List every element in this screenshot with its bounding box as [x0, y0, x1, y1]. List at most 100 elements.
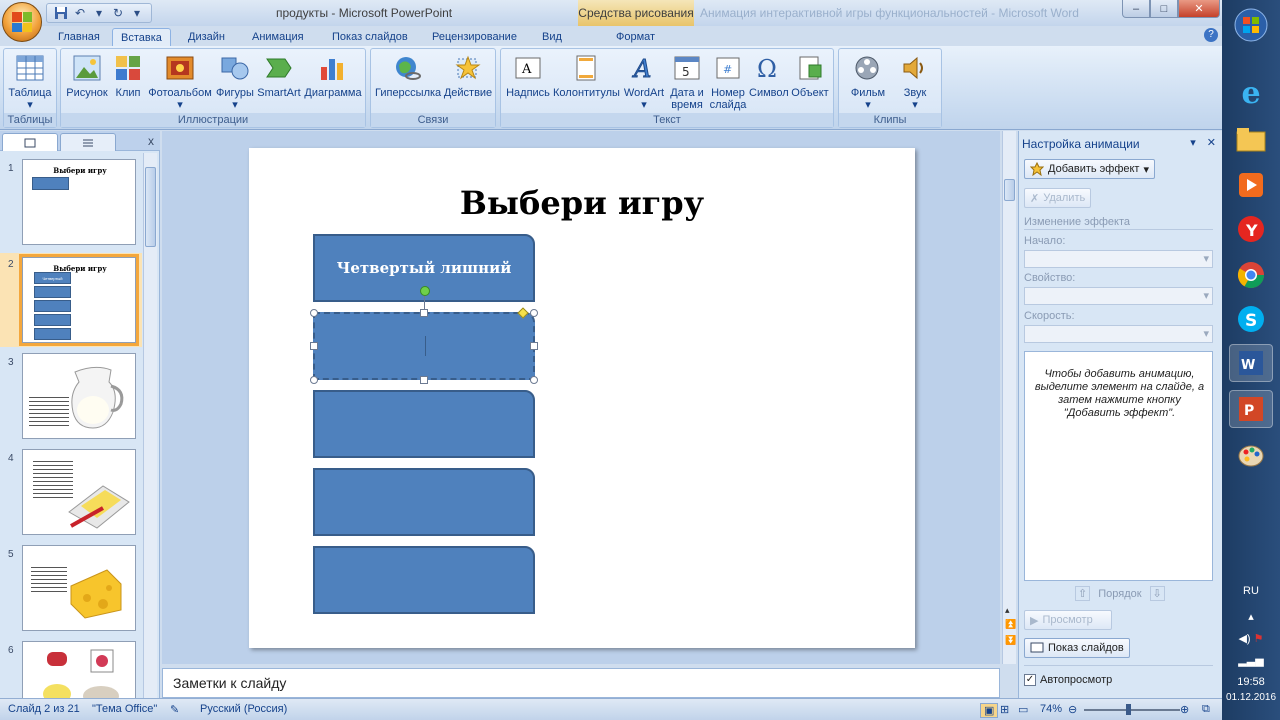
customize-qat-icon[interactable]: ▾: [129, 5, 145, 21]
clock-time[interactable]: 19:58: [1222, 676, 1280, 688]
office-button[interactable]: [2, 2, 42, 42]
header-footer-button[interactable]: Колонтитулы: [553, 51, 620, 99]
slide-thumbnail-5[interactable]: [22, 545, 136, 631]
taskbar-skype[interactable]: S: [1229, 300, 1273, 338]
resize-handle-t[interactable]: [420, 309, 428, 317]
minimize-button[interactable]: –: [1122, 0, 1150, 18]
tab-review[interactable]: Рецензирование: [424, 28, 525, 46]
zoom-out-icon[interactable]: ⊖: [1068, 703, 1077, 716]
slide-title[interactable]: Выбери игру: [249, 184, 915, 222]
flag-icon[interactable]: ⚑: [1254, 633, 1264, 645]
picture-button[interactable]: Рисунок: [65, 51, 109, 99]
photo-album-button[interactable]: Фотоальбом ▾: [147, 51, 213, 111]
tab-animation[interactable]: Анимация: [244, 28, 312, 46]
language-label[interactable]: Русский (Россия): [200, 703, 287, 715]
delete-effect-button[interactable]: ✗ Удалить: [1024, 188, 1092, 208]
clip-button[interactable]: Клип: [111, 51, 145, 99]
taskbar-media[interactable]: [1229, 166, 1273, 204]
slides-panel-close[interactable]: x: [148, 134, 154, 148]
help-icon[interactable]: ?: [1204, 28, 1218, 42]
action-button[interactable]: Действие: [443, 51, 493, 99]
spellcheck-icon[interactable]: ✎: [170, 703, 179, 716]
object-button[interactable]: Объект: [789, 51, 831, 99]
slide-canvas[interactable]: Выбери игру Четвертый лишний: [249, 148, 915, 648]
property-select[interactable]: [1024, 287, 1213, 305]
zoom-in-icon[interactable]: ⊕: [1180, 703, 1189, 716]
date-time-button[interactable]: 5 Дата и время: [667, 51, 707, 111]
smartart-button[interactable]: SmartArt: [257, 51, 301, 99]
slideshow-button[interactable]: Показ слайдов: [1024, 638, 1130, 658]
tab-format[interactable]: Формат: [608, 28, 663, 46]
normal-view-icon[interactable]: ▣: [980, 703, 999, 718]
scroll-up-arrow-icon[interactable]: ▴: [1005, 605, 1010, 616]
zoom-slider-thumb[interactable]: [1126, 704, 1131, 715]
maximize-button[interactable]: □: [1150, 0, 1178, 18]
taskbar-powerpoint[interactable]: P: [1229, 390, 1273, 428]
next-slide-icon[interactable]: ⏬: [1005, 635, 1016, 646]
resize-handle-tr[interactable]: [530, 309, 538, 317]
start-select[interactable]: [1024, 250, 1213, 268]
zoom-slider[interactable]: [1084, 709, 1180, 711]
keyboard-language[interactable]: RU: [1222, 585, 1280, 597]
speed-select[interactable]: [1024, 325, 1213, 343]
tab-slides[interactable]: [2, 133, 58, 151]
slide-thumbnail-1[interactable]: Выбери игру: [22, 159, 136, 245]
slide-thumbnail-2[interactable]: Выбери игру Четвертый лишний: [19, 254, 139, 346]
volume-icon[interactable]: ◀): [1238, 633, 1250, 645]
start-button[interactable]: [1229, 6, 1273, 44]
slide-number-button[interactable]: # Номер слайда: [707, 51, 749, 111]
tab-insert[interactable]: Вставка: [112, 28, 171, 46]
taskbar-paint[interactable]: [1229, 436, 1273, 474]
preview-button[interactable]: ▶ Просмотр: [1024, 610, 1112, 630]
slide-thumbnail-3[interactable]: [22, 353, 136, 439]
add-effect-button[interactable]: Добавить эффект ▾: [1024, 159, 1156, 179]
slide-thumbnail-6[interactable]: [22, 641, 136, 698]
close-button[interactable]: ✕: [1178, 0, 1220, 18]
resize-handle-bl[interactable]: [310, 376, 318, 384]
undo-icon[interactable]: ↶: [72, 5, 88, 21]
resize-handle-l[interactable]: [310, 342, 318, 350]
sound-button[interactable]: Звук ▾: [893, 51, 937, 111]
redo-icon[interactable]: ↻: [110, 5, 126, 21]
undo-dropdown-icon[interactable]: ▾: [91, 5, 107, 21]
slideshow-view-icon[interactable]: ▭: [1018, 703, 1028, 716]
resize-handle-br[interactable]: [530, 376, 538, 384]
zoom-level[interactable]: 74%: [1040, 703, 1062, 715]
shapes-button[interactable]: Фигуры ▾: [215, 51, 255, 111]
tray-expand-icon[interactable]: ▴: [1222, 610, 1280, 623]
slides-panel-scrollbar[interactable]: [143, 153, 157, 698]
table-button[interactable]: Таблица ▾: [7, 51, 53, 111]
theme-name[interactable]: "Тема Office": [92, 703, 157, 715]
wordart-button[interactable]: A WordArt ▾: [621, 51, 667, 111]
task-pane-menu-icon[interactable]: ▾: [1190, 137, 1196, 149]
fit-slide-icon[interactable]: ⧉: [1202, 703, 1210, 716]
prev-slide-icon[interactable]: ⏫: [1005, 619, 1016, 630]
scrollbar-thumb[interactable]: [145, 167, 156, 247]
animation-list[interactable]: Чтобы добавить анимацию, выделите элемен…: [1024, 351, 1213, 581]
autopreview-row[interactable]: ✓ Автопросмотр: [1024, 674, 1112, 686]
taskbar-ie[interactable]: e: [1229, 74, 1273, 112]
autopreview-checkbox[interactable]: ✓: [1024, 674, 1036, 686]
notes-pane[interactable]: Заметки к слайду: [162, 668, 1000, 698]
game-box-3[interactable]: [313, 390, 535, 458]
resize-handle-b[interactable]: [420, 376, 428, 384]
game-box-5[interactable]: [313, 546, 535, 614]
task-pane-close-icon[interactable]: ✕: [1207, 137, 1216, 149]
game-box-2-selected[interactable]: [313, 312, 535, 380]
tab-slideshow[interactable]: Показ слайдов: [324, 28, 416, 46]
taskbar-word[interactable]: W: [1229, 344, 1273, 382]
slide-scrollbar[interactable]: ▴ ⏫ ⏬: [1002, 131, 1016, 664]
rotate-handle[interactable]: [420, 286, 430, 296]
network-icon[interactable]: ▂▃▅: [1222, 654, 1280, 667]
symbol-button[interactable]: Ω Символ: [749, 51, 789, 99]
slide-thumbnail-4[interactable]: [22, 449, 136, 535]
tab-view[interactable]: Вид: [534, 28, 570, 46]
movie-button[interactable]: Фильм ▾: [845, 51, 891, 111]
textbox-button[interactable]: A Надпись: [505, 51, 551, 99]
tab-outline[interactable]: [60, 133, 116, 151]
tab-design[interactable]: Дизайн: [180, 28, 233, 46]
clock-date[interactable]: 01.12.2016: [1222, 692, 1280, 703]
resize-handle-r[interactable]: [530, 342, 538, 350]
move-up-icon[interactable]: ⇧: [1075, 586, 1091, 601]
tab-home[interactable]: Главная: [50, 28, 108, 46]
